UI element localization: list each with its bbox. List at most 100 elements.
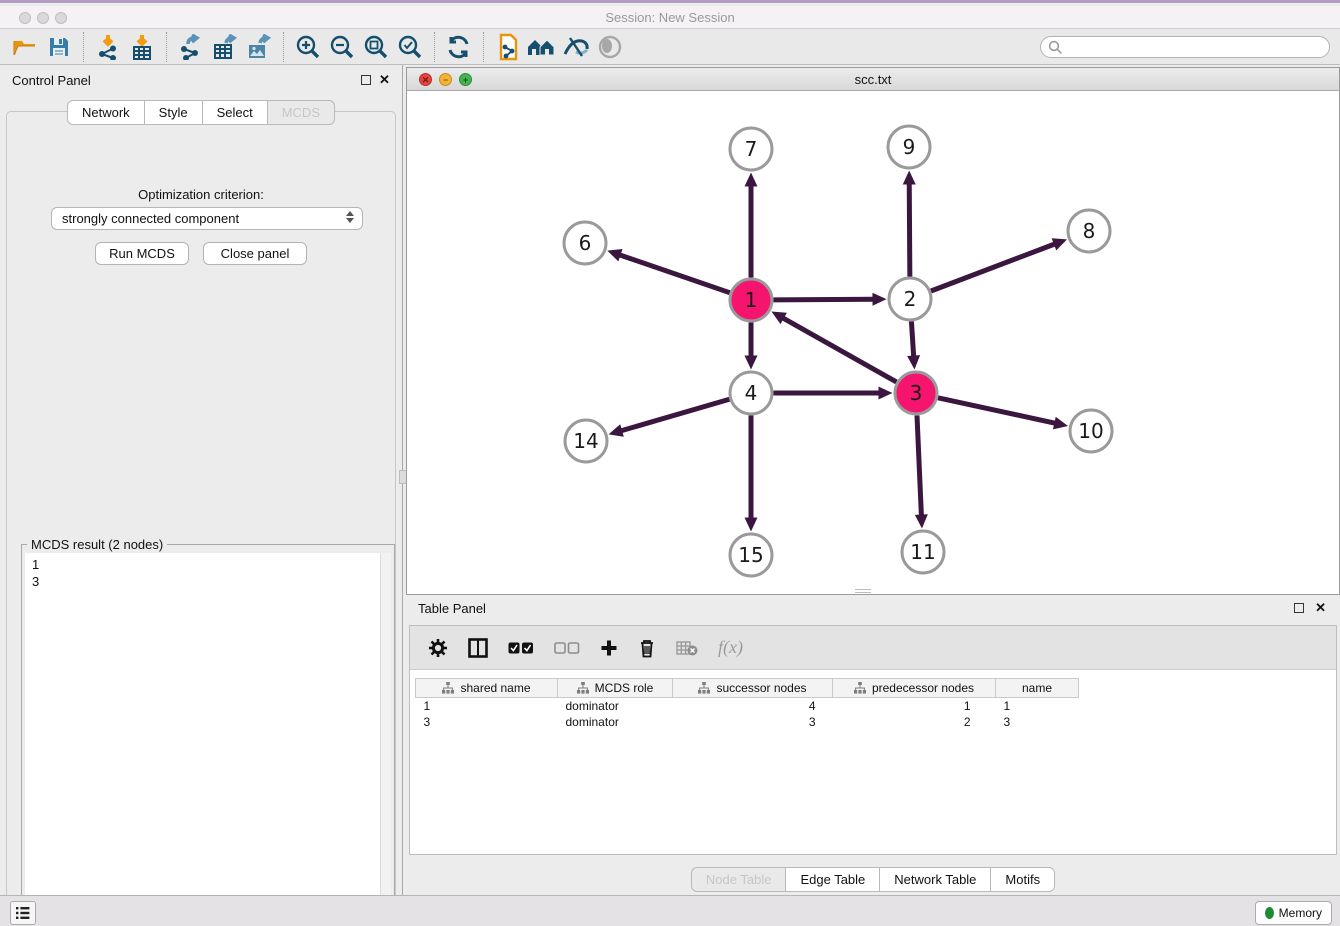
memory-status-icon [1265,907,1274,919]
export-network-icon[interactable] [174,32,208,62]
table-row[interactable]: 3dominator323 [416,714,1079,730]
graph-edge-3-1[interactable] [781,317,896,382]
network-window-titlebar[interactable]: ✕ − + scc.txt [407,68,1339,91]
node-label-6: 6 [579,231,592,255]
mcds-result-title: MCDS result (2 nodes) [27,537,167,552]
search-icon [1048,40,1063,55]
tab-network-table[interactable]: Network Table [879,867,991,892]
cell-mcds-role[interactable]: dominator [558,698,673,714]
first-neighbors-icon[interactable] [491,32,525,62]
mcds-result-text[interactable]: 13 [25,553,391,921]
mcds-result-group: MCDS result (2 nodes) 13 [21,544,395,925]
column-header-name[interactable]: name [996,679,1079,698]
deselect-all-columns-icon[interactable] [554,641,580,655]
node-table: shared nameMCDS rolesuccessor nodesprede… [415,678,1079,730]
export-image-icon[interactable] [242,32,276,62]
main-toolbar [0,29,1340,65]
tab-node-table[interactable]: Node Table [691,867,787,892]
cell-name[interactable]: 3 [996,714,1079,730]
cell-shared-name[interactable]: 1 [416,698,558,714]
cell-mcds-role[interactable]: dominator [558,714,673,730]
node-label-14: 14 [573,429,598,453]
table-toolbar: f(x) [410,626,1336,670]
graph-edge-1-6[interactable] [618,254,730,292]
home-network-icon[interactable] [525,32,559,62]
network-resize-grip[interactable] [855,589,871,593]
close-table-panel-icon[interactable]: ✕ [1315,600,1326,616]
float-panel-icon[interactable] [361,75,371,85]
gear-icon[interactable] [428,638,448,658]
graph-edge-2-8[interactable] [931,243,1057,291]
table-panel: Table Panel ✕ [406,599,1340,895]
tab-select[interactable]: Select [202,100,268,125]
result-line: 3 [32,573,391,590]
cell-name[interactable]: 1 [996,698,1079,714]
graph-edge-4-14[interactable] [619,399,729,431]
edge-arrowhead [1053,417,1068,430]
network-view-window: ✕ − + scc.txt 7968124314101511 [406,67,1340,595]
graph-edge-1-2[interactable] [773,299,875,300]
tab-style[interactable]: Style [144,100,203,125]
table-panel-title: Table Panel [418,601,486,616]
task-history-button[interactable] [10,901,36,925]
cell-successor-nodes[interactable]: 4 [673,698,833,714]
select-stepper-icon [346,211,354,223]
tab-edge-table[interactable]: Edge Table [785,867,880,892]
result-scrollbar[interactable] [380,553,391,921]
zoom-in-icon[interactable] [291,32,325,62]
close-panel-icon[interactable]: ✕ [379,72,390,88]
search-input[interactable] [1063,38,1329,56]
save-session-icon[interactable] [42,32,76,62]
close-panel-button[interactable]: Close panel [203,242,307,265]
show-columns-icon[interactable] [468,638,488,658]
zoom-out-icon[interactable] [325,32,359,62]
tab-mcds[interactable]: MCDS [267,100,335,125]
tab-network[interactable]: Network [67,100,145,125]
cell-predecessor-nodes[interactable]: 1 [833,698,996,714]
edge-arrowhead [872,293,886,306]
column-header-successor-nodes[interactable]: successor nodes [673,679,833,698]
column-header-predecessor-nodes[interactable]: predecessor nodes [833,679,996,698]
zoom-fit-icon[interactable] [359,32,393,62]
node-label-4: 4 [745,381,758,405]
import-network-icon[interactable] [91,32,125,62]
tab-motifs[interactable]: Motifs [990,867,1055,892]
zoom-selected-icon[interactable] [393,32,427,62]
node-label-7: 7 [745,137,758,161]
node-label-2: 2 [904,287,917,311]
select-all-columns-icon[interactable] [508,641,534,655]
graph-edge-3-10[interactable] [938,398,1057,424]
column-header-mcds-role[interactable]: MCDS role [558,679,673,698]
optimization-criterion-select[interactable]: strongly connected component [51,207,363,230]
birdseye-view-icon[interactable] [593,32,627,62]
hide-details-icon[interactable] [559,32,593,62]
network-canvas[interactable]: 7968124314101511 [407,91,1339,594]
import-table-icon[interactable] [125,32,159,62]
add-column-icon[interactable] [600,639,618,657]
cell-shared-name[interactable]: 3 [416,714,558,730]
run-mcds-button[interactable]: Run MCDS [95,242,189,265]
edge-arrowhead [1052,238,1067,250]
node-label-11: 11 [910,540,935,564]
cell-successor-nodes[interactable]: 3 [673,714,833,730]
export-table-icon[interactable] [208,32,242,62]
float-table-panel-icon[interactable] [1294,603,1304,613]
optimization-criterion-label: Optimization criterion: [7,187,395,202]
function-builder-icon[interactable]: f(x) [718,637,743,658]
edge-arrowhead [745,356,758,370]
memory-button[interactable]: Memory [1255,901,1332,925]
mcds-tab-content: Optimization criterion: strongly connect… [6,111,396,926]
window-title: Session: New Session [0,10,1340,25]
table-row[interactable]: 1dominator411 [416,698,1079,714]
open-file-icon[interactable] [8,32,42,62]
edge-arrowhead [879,387,893,400]
delete-table-icon[interactable] [676,640,698,656]
column-header-shared-name[interactable]: shared name [416,679,558,698]
delete-column-icon[interactable] [638,638,656,658]
graph-edge-3-11[interactable] [917,415,921,517]
apply-layout-icon[interactable] [442,32,476,62]
control-panel: Control Panel ✕ Optimization criterion: … [0,65,402,895]
graph-edge-2-3[interactable] [911,321,913,358]
cell-predecessor-nodes[interactable]: 2 [833,714,996,730]
graph-edge-2-9[interactable] [909,181,910,276]
